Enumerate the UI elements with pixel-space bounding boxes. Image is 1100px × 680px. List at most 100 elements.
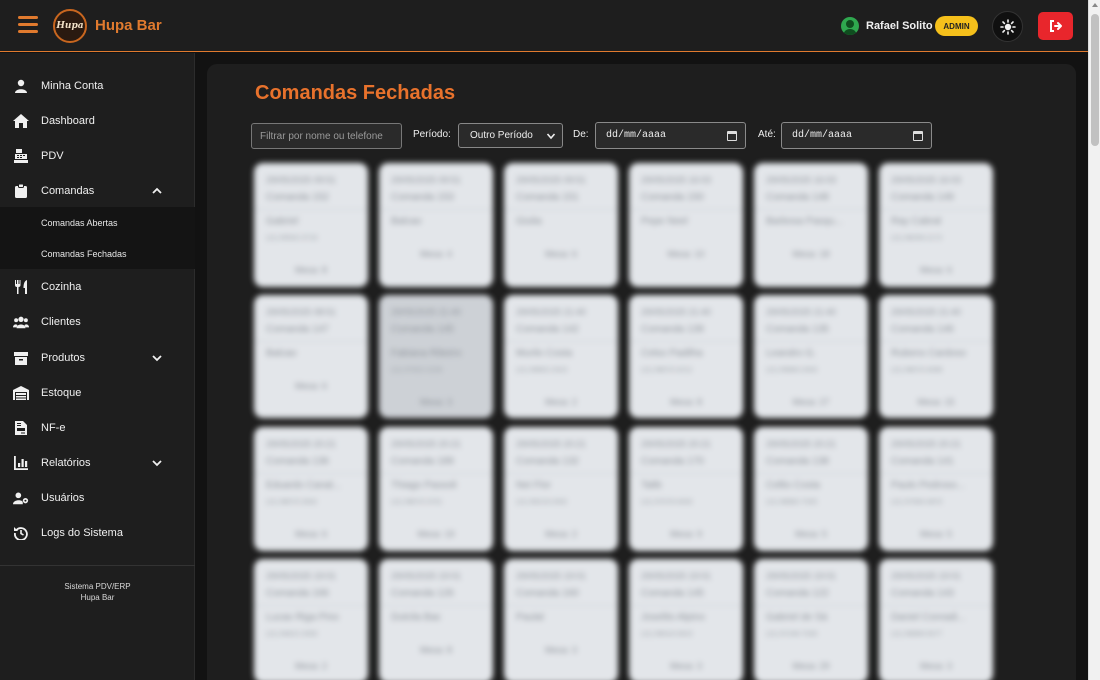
comanda-card[interactable]: 29/05/2025 21:40 Comanda 139 Celso Padilha… xyxy=(629,295,743,418)
calendar-icon[interactable] xyxy=(913,131,923,141)
card-table-number: Mesa: 5 xyxy=(794,529,827,539)
comanda-card[interactable]: 29/05/2025 16:03 Comanda 150 Pepe Neel Mesa… xyxy=(629,163,743,287)
file-invoice-icon xyxy=(13,420,29,436)
comanda-card[interactable]: 29/05/2025 16:03 Comanda 149 Ray Cabral (11… xyxy=(879,163,993,287)
sidebar-item-clientes[interactable]: Clientes xyxy=(0,304,195,339)
sidebar-item-comandas[interactable]: Comandas xyxy=(0,173,195,208)
submenu-comandas-abertas[interactable]: Comandas Abertas xyxy=(41,218,118,228)
sidebar-item-estoque[interactable]: Estoque xyxy=(0,375,195,410)
comanda-card[interactable]: 29/05/2025 19:01 Comanda 126 Dulcila Bac Me… xyxy=(379,559,493,680)
comanda-card[interactable]: 29/05/2025 19:01 Comanda 143 Daniel Conrad… xyxy=(879,559,993,680)
brand-logo[interactable]: Hupa xyxy=(53,9,87,43)
card-table-number: Mesa: 6 xyxy=(294,381,327,391)
card-table-number: Mesa: 18 xyxy=(792,249,830,259)
card-divider xyxy=(379,341,493,342)
card-customer-phone: (11) 98070-2842 xyxy=(266,499,318,506)
card-datetime: 29/05/2025 19:01 xyxy=(891,571,962,581)
comanda-card[interactable]: 29/05/2025 21:40 Comanda 135 Leandro G. (11… xyxy=(754,295,868,418)
brand-name[interactable]: Hupa Bar xyxy=(95,17,162,34)
card-customer-phone: (11) 98070-4212 xyxy=(641,367,693,374)
from-date-value: dd/mm/aaaa xyxy=(606,130,667,141)
sidebar-item-cozinha[interactable]: Cozinha xyxy=(0,269,195,304)
to-date-input[interactable]: dd/mm/aaaa xyxy=(781,122,932,149)
sidebar-item-relatorios[interactable]: Relatórios xyxy=(0,445,195,480)
comanda-card[interactable]: 29/05/2025 09:51 Comanda 153 Balcao Mesa: 4 xyxy=(379,163,493,287)
top-header: Hupa Hupa Bar Rafael Solito ADMIN xyxy=(0,0,1088,52)
card-customer-name: Gabriel de Sá xyxy=(766,612,828,623)
comanda-card[interactable]: 29/05/2025 20:21 Comanda 136 Eduardo Canal… xyxy=(254,427,368,551)
card-divider xyxy=(504,605,618,606)
sign-out-icon xyxy=(1049,20,1062,32)
sidebar-item-usuarios[interactable]: Usuários xyxy=(0,480,195,515)
sidebar-item-label: Logs do Sistema xyxy=(41,526,123,539)
card-table-number: Mesa: 6 xyxy=(919,265,952,275)
card-customer-name: Joselito Alpino xyxy=(641,612,705,623)
scroll-up-arrow-icon[interactable] xyxy=(1092,3,1098,7)
warehouse-icon xyxy=(13,385,29,401)
card-table-number: Mesa: 2 xyxy=(544,397,577,407)
comanda-card[interactable]: 29/05/2025 20:21 Comanda 132 Nei Flor (11) … xyxy=(504,427,618,551)
card-customer-name: Barbosa Pasqu... xyxy=(766,216,843,227)
sidebar-item-produtos[interactable]: Produtos xyxy=(0,340,195,375)
card-customer-name: Pepe Neel xyxy=(641,216,688,227)
card-datetime: 29/05/2025 21:40 xyxy=(766,307,837,317)
card-divider xyxy=(504,341,618,342)
comanda-card[interactable]: 29/05/2025 16:03 Comanda 148 Barbosa Pasqu… xyxy=(754,163,868,287)
card-comanda-number: Comanda 138 xyxy=(766,456,829,467)
sidebar-item-logs[interactable]: Logs do Sistema xyxy=(0,515,195,550)
card-datetime: 29/05/2025 20:21 xyxy=(516,439,587,449)
comanda-card[interactable]: 29/05/2025 21:40 Comanda 142 Murilo Costa (… xyxy=(504,295,618,418)
sidebar-item-minha-conta[interactable]: Minha Conta xyxy=(0,68,195,103)
card-datetime: 29/05/2025 19:01 xyxy=(391,571,462,581)
comanda-card[interactable]: 29/05/2025 19:01 Comanda 122 Gabriel de Sá… xyxy=(754,559,868,680)
sidebar-item-label: Relatórios xyxy=(41,456,91,469)
period-select[interactable]: Outro Período xyxy=(458,123,563,148)
user-avatar-icon xyxy=(841,17,859,35)
sidebar-item-nfe[interactable]: NF-e xyxy=(0,410,195,445)
sidebar-item-dashboard[interactable]: Dashboard xyxy=(0,103,195,138)
comanda-card[interactable]: 29/05/2025 21:40 Comanda 146 Rubens Cardos… xyxy=(879,295,993,418)
chevron-down-icon xyxy=(152,354,162,361)
card-comanda-number: Comanda 142 xyxy=(516,324,579,335)
comanda-card[interactable]: 29/05/2025 09:51 Comanda 152 Gabriel (11) 9… xyxy=(254,163,368,287)
logout-button[interactable] xyxy=(1038,12,1073,40)
comanda-card[interactable]: 29/05/2025 09:51 Comanda 151 Giulia Mesa: 6 xyxy=(504,163,618,287)
card-table-number: Mesa: 3 xyxy=(544,645,577,655)
to-date-value: dd/mm/aaaa xyxy=(792,130,853,141)
comanda-card[interactable]: 29/05/2025 19:01 Comanda 166 Lucas Riga Pi… xyxy=(254,559,368,680)
comanda-card[interactable]: 29/05/2025 20:21 Comanda 170 Talib (11) 970… xyxy=(629,427,743,551)
card-customer-name: Talib xyxy=(641,480,662,491)
card-customer-name: Cellio Costa xyxy=(766,480,820,491)
card-divider xyxy=(379,473,493,474)
card-comanda-number: Comanda 145 xyxy=(391,324,454,335)
comanda-card[interactable]: 29/05/2025 20:21 Comanda 141 Paulo Pedroso… xyxy=(879,427,993,551)
card-customer-phone: (11) 98882-7025 xyxy=(766,499,818,506)
submenu-comandas-fechadas[interactable]: Comandas Fechadas xyxy=(41,249,127,259)
card-comanda-number: Comanda 153 xyxy=(391,192,454,203)
comanda-card[interactable]: 29/05/2025 21:40 Comanda 145 Fabiana Ribei… xyxy=(379,295,493,418)
box-icon xyxy=(13,350,29,366)
comanda-card[interactable]: 29/05/2025 19:01 Comanda 145 Joselito Alpi… xyxy=(629,559,743,680)
page-scrollbar[interactable] xyxy=(1088,0,1100,680)
calendar-icon[interactable] xyxy=(727,131,737,141)
card-customer-name: Murilo Costa xyxy=(516,348,573,359)
card-divider xyxy=(379,605,493,606)
card-datetime: 29/05/2025 09:51 xyxy=(391,175,462,185)
card-divider xyxy=(504,473,618,474)
card-datetime: 29/05/2025 21:40 xyxy=(516,307,587,317)
card-table-number: Mesa: 15 xyxy=(917,397,955,407)
card-customer-name: Balcao xyxy=(266,348,297,359)
comanda-card[interactable]: 29/05/2025 20:21 Comanda 138 Cellio Costa (… xyxy=(754,427,868,551)
scrollbar-thumb[interactable] xyxy=(1091,14,1099,146)
card-datetime: 29/05/2025 21:40 xyxy=(641,307,712,317)
search-input[interactable] xyxy=(251,123,402,149)
comanda-card[interactable]: 29/05/2025 19:01 Comanda 160 Paulal Mesa: 3 xyxy=(504,559,618,680)
from-date-input[interactable]: dd/mm/aaaa xyxy=(595,122,746,149)
theme-toggle-button[interactable] xyxy=(992,11,1023,42)
sidebar-item-pdv[interactable]: PDV xyxy=(0,138,195,173)
hamburger-menu-icon[interactable] xyxy=(18,16,38,34)
card-datetime: 29/05/2025 09:51 xyxy=(516,175,587,185)
card-table-number: Mesa: 6 xyxy=(294,529,327,539)
comanda-card[interactable]: 29/05/2025 20:21 Comanda 189 Thiago Passol… xyxy=(379,427,493,551)
comanda-card[interactable]: 29/05/2025 08:51 Comanda 147 Balcao Mesa: 6 xyxy=(254,295,368,418)
